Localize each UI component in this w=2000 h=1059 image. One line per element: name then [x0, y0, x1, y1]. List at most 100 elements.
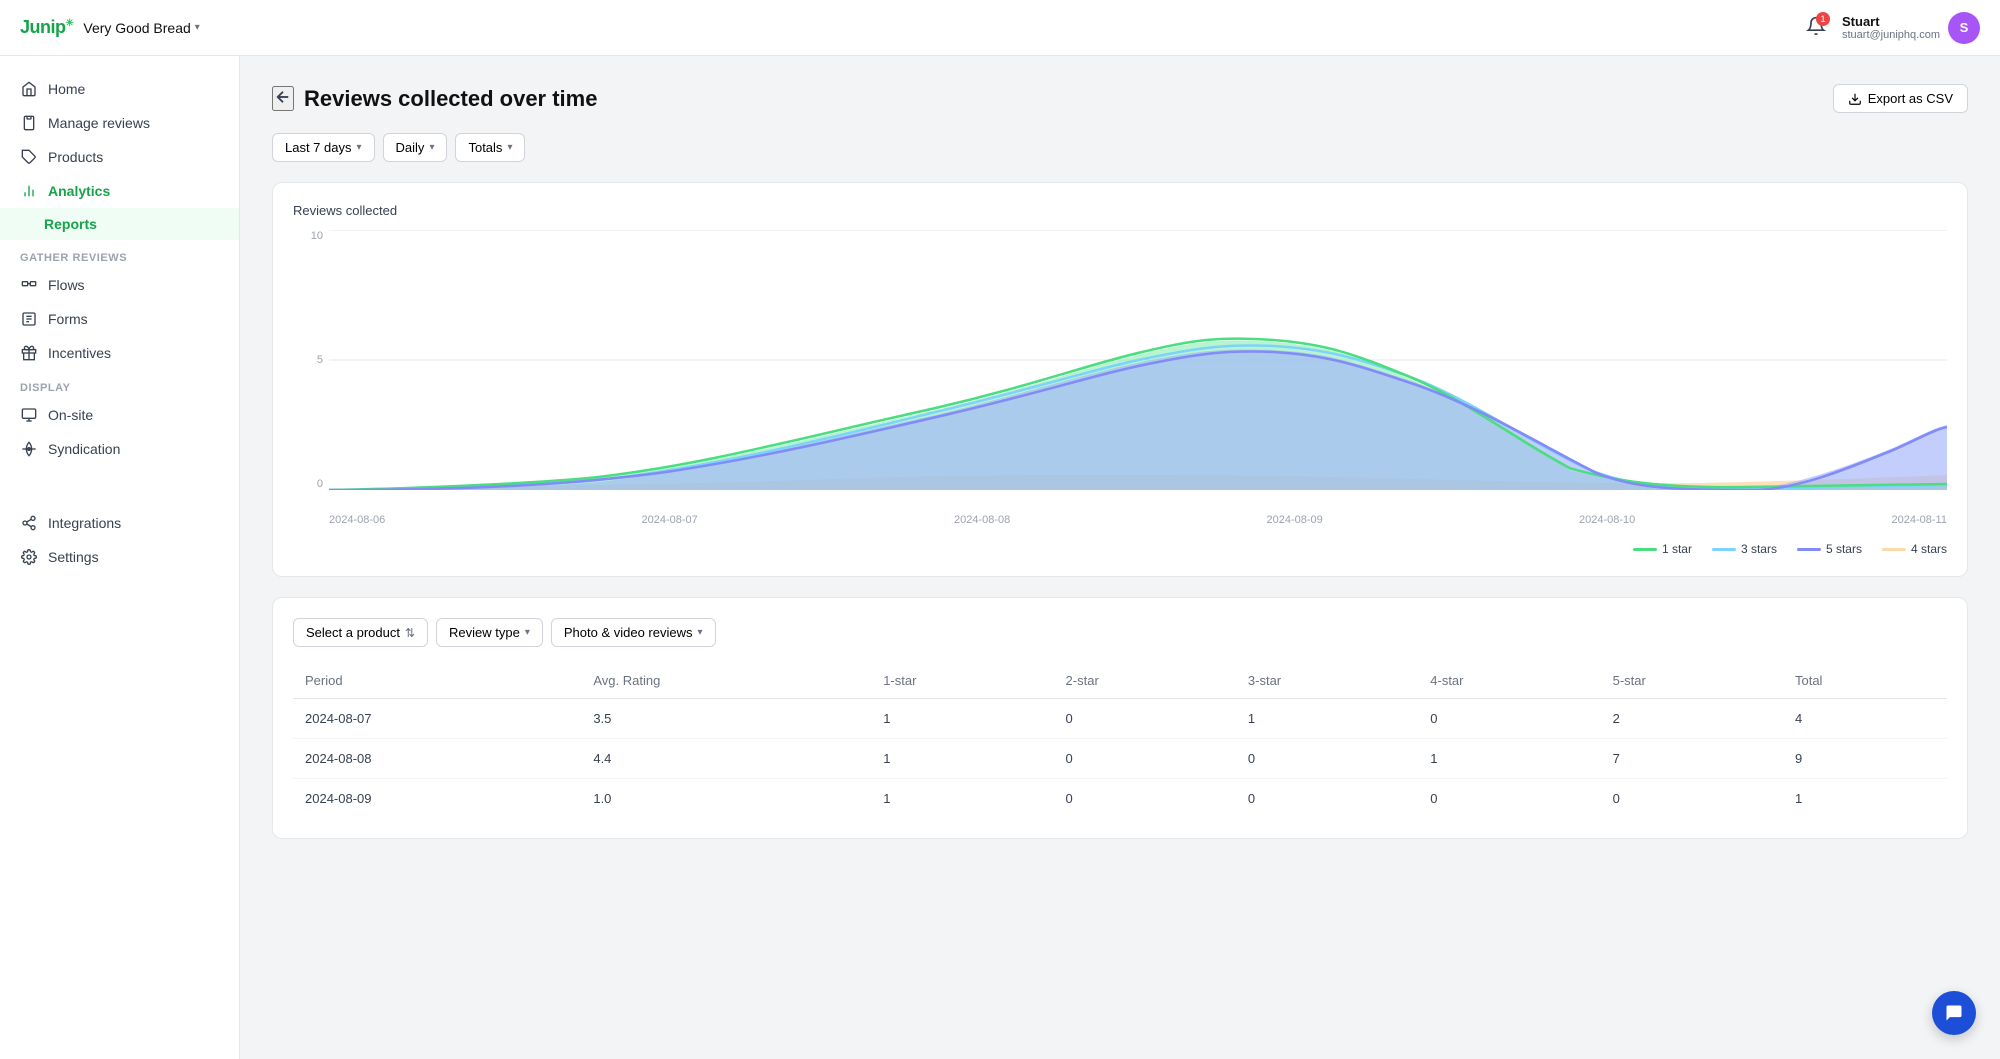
back-button[interactable] — [272, 86, 294, 111]
chart-card: Reviews collected 10 5 0 — [272, 182, 1968, 577]
totals-chevron-icon: ▾ — [507, 142, 512, 153]
sidebar-item-syndication[interactable]: Syndication — [0, 432, 239, 466]
sidebar-item-incentives[interactable]: Incentives — [0, 336, 239, 370]
tag-icon — [20, 148, 38, 166]
legend-4stars: 4 stars — [1882, 542, 1947, 556]
table-card: Select a product ⇅ Review type ▾ Photo &… — [272, 597, 1968, 839]
media-type-label: Photo & video reviews — [564, 625, 693, 640]
product-selector-icon: ⇅ — [405, 626, 415, 640]
table-filters: Select a product ⇅ Review type ▾ Photo &… — [293, 618, 1947, 647]
sidebar-item-integrations[interactable]: Integrations — [0, 506, 239, 540]
y-label-5: 5 — [293, 354, 323, 366]
sidebar-item-products[interactable]: Products — [0, 140, 239, 174]
cell-2star: 0 — [1054, 739, 1236, 779]
home-icon — [20, 80, 38, 98]
monitor-icon — [20, 406, 38, 424]
review-type-filter[interactable]: Review type ▾ — [436, 618, 543, 647]
product-selector-label: Select a product — [306, 625, 400, 640]
sidebar-item-settings-label: Settings — [48, 549, 99, 565]
cell-total: 4 — [1783, 699, 1947, 739]
product-selector[interactable]: Select a product ⇅ — [293, 618, 428, 647]
totals-filter[interactable]: Totals ▾ — [455, 133, 525, 162]
legend-3stars-dot — [1712, 548, 1736, 551]
user-info: Stuart stuart@juniphq.com S — [1842, 12, 1980, 44]
col-2star: 2-star — [1054, 663, 1236, 699]
cell-3star: 1 — [1236, 699, 1418, 739]
topnav-left: Junip✳ Very Good Bread ▾ — [20, 17, 200, 38]
sidebar-item-reports[interactable]: Reports — [0, 208, 239, 240]
col-4star: 4-star — [1418, 663, 1600, 699]
y-label-10: 10 — [293, 230, 323, 242]
export-csv-button[interactable]: Export as CSV — [1833, 84, 1968, 113]
page-title-row: Reviews collected over time — [272, 86, 597, 112]
export-csv-label: Export as CSV — [1868, 91, 1953, 106]
review-type-label: Review type — [449, 625, 520, 640]
brand-selector[interactable]: Very Good Bread ▾ — [83, 20, 199, 36]
cell-2star: 0 — [1054, 779, 1236, 819]
notification-bell[interactable]: 1 — [1806, 16, 1826, 39]
cell-1star: 1 — [871, 779, 1053, 819]
x-label-0810: 2024-08-10 — [1579, 514, 1635, 526]
sidebar: Home Manage reviews Products Analytics R… — [0, 56, 240, 1059]
sidebar-item-home-label: Home — [48, 81, 85, 97]
filter-row: Last 7 days ▾ Daily ▾ Totals ▾ — [272, 133, 1968, 162]
display-section-label: Display — [0, 370, 239, 398]
col-avg-rating: Avg. Rating — [581, 663, 871, 699]
layout: Home Manage reviews Products Analytics R… — [0, 56, 2000, 1059]
cell-avg-rating: 1.0 — [581, 779, 871, 819]
chart-title: Reviews collected — [293, 203, 1947, 218]
legend-3stars: 3 stars — [1712, 542, 1777, 556]
cell-total: 1 — [1783, 779, 1947, 819]
y-label-0: 0 — [293, 478, 323, 490]
sidebar-item-forms[interactable]: Forms — [0, 302, 239, 336]
legend-4stars-dot — [1882, 548, 1906, 551]
gather-section-label: Gather reviews — [0, 240, 239, 268]
legend-4stars-label: 4 stars — [1911, 542, 1947, 556]
logo: Junip✳ — [20, 17, 73, 38]
cell-5star: 0 — [1601, 779, 1783, 819]
sidebar-item-analytics[interactable]: Analytics — [0, 174, 239, 208]
sidebar-item-on-site-label: On-site — [48, 407, 93, 423]
chat-button[interactable] — [1932, 991, 1976, 1035]
user-avatar[interactable]: S — [1948, 12, 1980, 44]
legend-3stars-label: 3 stars — [1741, 542, 1777, 556]
x-label-0811: 2024-08-11 — [1892, 514, 1947, 526]
sidebar-item-flows[interactable]: Flows — [0, 268, 239, 302]
sidebar-item-integrations-label: Integrations — [48, 515, 121, 531]
sidebar-item-home[interactable]: Home — [0, 72, 239, 106]
cell-3star: 0 — [1236, 739, 1418, 779]
cell-period: 2024-08-08 — [293, 739, 581, 779]
media-type-filter[interactable]: Photo & video reviews ▾ — [551, 618, 716, 647]
cell-2star: 0 — [1054, 699, 1236, 739]
frequency-chevron-icon: ▾ — [429, 142, 434, 153]
cell-5star: 2 — [1601, 699, 1783, 739]
legend-1star-dot — [1633, 548, 1657, 551]
table-row: 2024-08-08 4.4 1 0 0 1 7 9 — [293, 739, 1947, 779]
sidebar-item-manage-reviews[interactable]: Manage reviews — [0, 106, 239, 140]
sidebar-item-on-site[interactable]: On-site — [0, 398, 239, 432]
topnav: Junip✳ Very Good Bread ▾ 1 Stuart stuart… — [0, 0, 2000, 56]
date-range-filter[interactable]: Last 7 days ▾ — [272, 133, 375, 162]
sidebar-item-flows-label: Flows — [48, 277, 85, 293]
user-name: Stuart — [1842, 14, 1940, 29]
clipboard-icon — [20, 114, 38, 132]
cell-4star: 1 — [1418, 739, 1600, 779]
media-type-chevron-icon: ▾ — [697, 627, 702, 638]
page-header: Reviews collected over time Export as CS… — [272, 84, 1968, 113]
sidebar-item-settings[interactable]: Settings — [0, 540, 239, 574]
cell-1star: 1 — [871, 739, 1053, 779]
settings-icon — [20, 548, 38, 566]
frequency-filter[interactable]: Daily ▾ — [383, 133, 448, 162]
cell-1star: 1 — [871, 699, 1053, 739]
sidebar-item-incentives-label: Incentives — [48, 345, 111, 361]
legend-1star: 1 star — [1633, 542, 1692, 556]
chart-x-axis: 2024-08-06 2024-08-07 2024-08-08 2024-08… — [329, 490, 1947, 530]
cell-total: 9 — [1783, 739, 1947, 779]
sidebar-item-syndication-label: Syndication — [48, 441, 120, 457]
col-3star: 3-star — [1236, 663, 1418, 699]
integrations-icon — [20, 514, 38, 532]
gift-icon — [20, 344, 38, 362]
cell-avg-rating: 4.4 — [581, 739, 871, 779]
sidebar-item-forms-label: Forms — [48, 311, 88, 327]
col-period: Period — [293, 663, 581, 699]
